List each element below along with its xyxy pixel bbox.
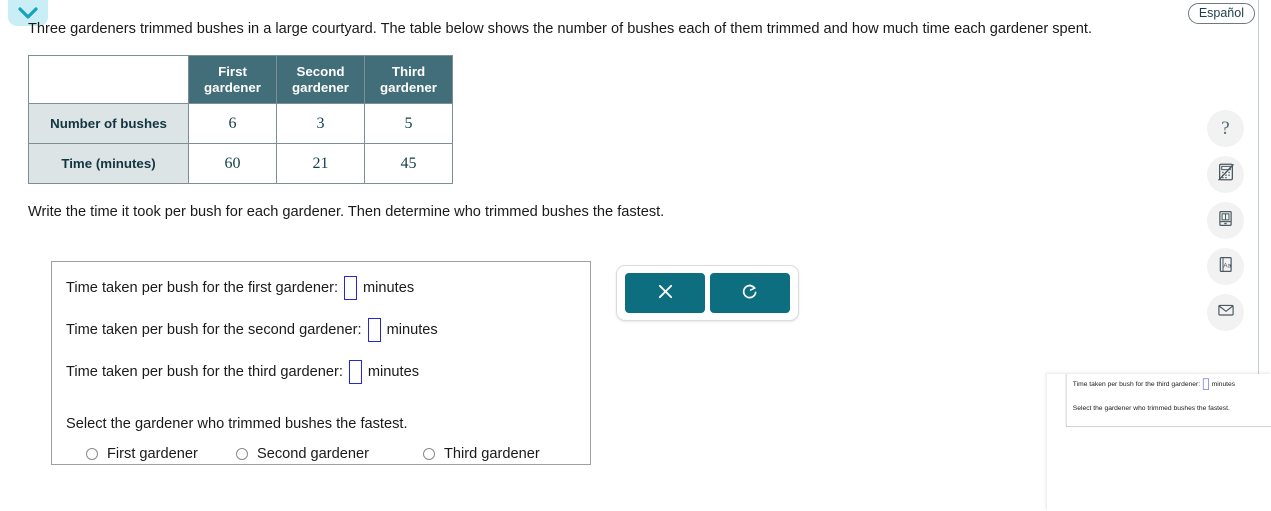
table-row-label-time: Time (minutes) [28,143,189,184]
glossary-aa-icon: Aa [1216,255,1235,279]
radio-label-third: Third gardener [444,446,540,462]
radio-label-second: Second gardener [257,446,369,462]
preview-answer-label-third: Time taken per bush for the third garden… [1072,380,1201,388]
table-col-header-third: Third gardener [364,55,453,104]
table-row: Time (minutes) 60 21 45 [28,143,453,184]
table-corner-cell [28,55,189,104]
question-prompt: Three gardeners trimmed bushes in a larg… [28,21,1093,37]
radio-circle-icon [86,448,98,460]
help-button[interactable]: ? [1207,110,1244,147]
calculator-button[interactable] [1207,156,1244,193]
calculator-disabled-icon [1216,162,1236,187]
table-cell-bushes-third: 5 [364,103,453,144]
table-col-header-first: First gardener [188,55,277,104]
select-prompt: Select the gardener who trimmed bushes t… [66,416,408,432]
page-root: Español Three gardeners trimmed bushes i… [0,0,1271,511]
preview-select-prompt: Select the gardener who trimmed bushes t… [1072,404,1230,412]
preview-answer-line-third: Time taken per bush for the third garden… [1072,378,1271,390]
message-button[interactable] [1207,294,1244,331]
answer-tools-card [616,265,799,321]
envelope-icon [1216,300,1236,325]
radio-option-third-gardener[interactable]: Third gardener [423,446,540,462]
answer-input-second[interactable] [367,318,381,342]
answer-line-second: Time taken per bush for the second garde… [66,318,590,342]
reference-button[interactable] [1207,202,1244,239]
glossary-button[interactable]: Aa [1207,248,1244,285]
question-content: Three gardeners trimmed bushes in a larg… [28,20,1158,220]
radio-group: First gardener Second gardener Third gar… [66,446,590,462]
zoom-preview-overlay[interactable]: Time (minutes) 60 21 45 Write the time i… [1047,374,1271,511]
table-cell-time-second: 21 [276,143,365,184]
answer-unit-first: minutes [363,280,415,296]
table-row: Number of bushes 6 3 5 [28,103,453,144]
reset-answer-button[interactable] [710,273,790,313]
radio-label-first: First gardener [107,446,198,462]
chevron-down-icon [18,6,38,20]
answer-line-third: Time taken per bush for the third garden… [66,360,590,384]
close-x-icon [656,282,675,304]
answer-line-first: Time taken per bush for the first garden… [66,276,590,300]
tool-rail: ? Aa [1207,110,1247,340]
answer-input-third[interactable] [348,360,362,384]
answer-label-third: Time taken per bush for the third garden… [66,364,343,380]
clear-answer-button[interactable] [625,273,705,313]
preview-answer-panel: Time taken per bush for the first garden… [1065,374,1271,427]
preview-answer-unit-third: minutes [1211,380,1236,388]
language-toggle-button[interactable]: Español [1187,3,1255,24]
data-table: First gardener Second gardener Third gar… [28,55,453,184]
table-cell-time-first: 60 [188,143,277,184]
answer-unit-third: minutes [367,364,419,380]
zoom-preview-content: Time (minutes) 60 21 45 Write the time i… [1047,374,1271,511]
table-row-label-bushes: Number of bushes [28,103,189,144]
reference-book-icon [1216,209,1235,233]
preview-answer-input-third[interactable] [1202,378,1209,390]
question-sub-prompt: Write the time it took per bush for each… [28,204,665,220]
table-col-header-second: Second gardener [276,55,365,104]
answer-unit-second: minutes [386,322,438,338]
table-header-row: First gardener Second gardener Third gar… [28,55,453,104]
radio-circle-icon [423,448,435,460]
answer-label-first: Time taken per bush for the first garden… [66,280,339,296]
question-mark-icon: ? [1221,117,1230,139]
table-cell-bushes-first: 6 [188,103,277,144]
table-cell-time-third: 45 [364,143,453,184]
svg-text:Aa: Aa [1223,262,1231,269]
table-cell-bushes-second: 3 [276,103,365,144]
answer-panel: Time taken per bush for the first garden… [51,261,591,465]
answer-input-first[interactable] [344,276,358,300]
radio-option-first-gardener[interactable]: First gardener [66,446,236,462]
radio-option-second-gardener[interactable]: Second gardener [236,446,423,462]
radio-circle-icon [236,448,248,460]
undo-refresh-icon [740,282,760,305]
answer-label-second: Time taken per bush for the second garde… [66,322,362,338]
